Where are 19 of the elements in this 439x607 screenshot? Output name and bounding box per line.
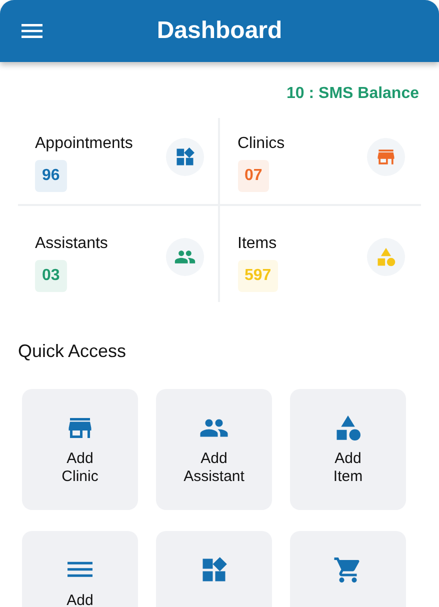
stat-label: Appointments — [35, 134, 133, 154]
quick-access-tile[interactable]: Add Clinic — [22, 389, 138, 510]
stat-count: 07 — [238, 160, 270, 192]
header-title: Dashboard — [156, 16, 282, 46]
stat-count: 597 — [238, 260, 278, 292]
quick-access-tile[interactable]: Add Item — [290, 389, 406, 510]
shapes-icon — [367, 238, 405, 276]
stat-count: 96 — [35, 160, 67, 192]
widgets-icon — [166, 138, 204, 176]
sms-balance: 10 : SMS Balance — [286, 84, 419, 104]
quick-access-tile[interactable]: Add Assistant — [156, 389, 272, 510]
stat-label: Items — [238, 234, 277, 254]
people-icon — [166, 238, 204, 276]
stat-count: 03 — [35, 260, 67, 292]
section-title: Quick Access — [18, 341, 126, 361]
stat-label: Assistants — [35, 234, 108, 254]
store-icon — [367, 138, 405, 176]
stat-label: Clinics — [238, 134, 285, 154]
quick-access-tile[interactable]: Add — [22, 531, 138, 607]
